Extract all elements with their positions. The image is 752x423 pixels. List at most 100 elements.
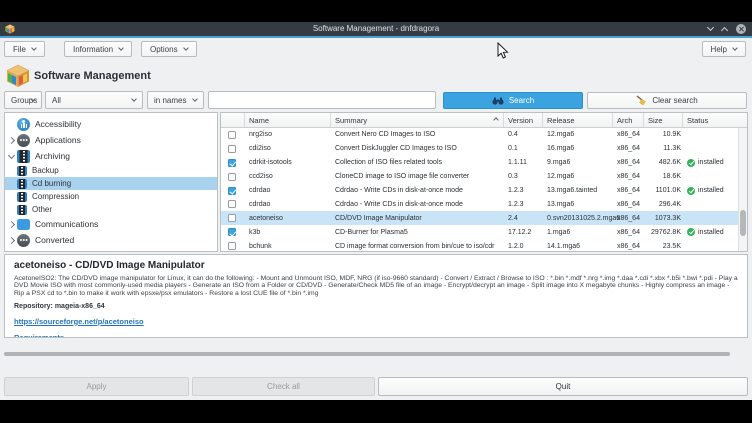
tree-item[interactable]: Other: [5, 203, 217, 216]
installed-icon: [687, 228, 695, 236]
cell-size: 18.6K: [644, 173, 683, 180]
table-row[interactable]: bchunk CD image format conversion from b…: [221, 239, 747, 252]
table-row[interactable]: cdi2iso Convert DiskJuggler CD Images to…: [221, 142, 747, 156]
clear-search-button[interactable]: Clear search: [587, 92, 747, 109]
table-row[interactable]: cdrdao Cdrdao - Write CDs in disk-at-onc…: [221, 197, 747, 211]
cell-name: ccd2iso: [245, 173, 331, 180]
package-details-pane: acetoneiso - CD/DVD Image Manipulator Ac…: [4, 254, 748, 338]
help-menu-button[interactable]: Help: [702, 41, 746, 57]
check-all-button[interactable]: Check all: [192, 377, 375, 396]
maximize-icon[interactable]: [721, 26, 728, 33]
tree-expander-icon[interactable]: [5, 155, 17, 158]
column-header-name[interactable]: Name: [245, 113, 331, 127]
column-header-summary-label: Summary: [335, 116, 367, 125]
tree-expander-icon[interactable]: [5, 238, 17, 243]
details-description: AcetoneISO2: The CD/DVD image manipulato…: [14, 275, 738, 297]
progress-bar: [4, 352, 730, 356]
cell-name: acetoneiso: [245, 215, 331, 222]
dots-icon: [17, 134, 30, 147]
screen: Software Management - dnfdragora File In…: [0, 0, 752, 423]
row-checkbox[interactable]: [228, 214, 236, 222]
tree-item[interactable]: Compression: [5, 190, 217, 203]
cell-version: 17.12.2: [504, 229, 543, 236]
table-row[interactable]: acetoneiso CD/DVD Image Manipulator 2.4 …: [221, 211, 747, 225]
cell-summary: Convert DiskJuggler CD Images to ISO: [331, 145, 504, 152]
search-button-label: Search: [509, 96, 534, 105]
header-checkbox-column: [221, 113, 245, 127]
column-header-release[interactable]: Release: [543, 113, 613, 127]
cell-summary: Cdrdao - Write CDs in disk-at-once mode: [331, 201, 504, 208]
file-menu-button[interactable]: File: [4, 41, 45, 57]
table-row[interactable]: cdrdao Cdrdao - Write CDs in disk-at-onc…: [221, 184, 747, 198]
tree-item-label: Cd burning: [32, 179, 71, 188]
cell-version: 0.1: [504, 145, 543, 152]
column-header-summary[interactable]: Summary: [331, 113, 504, 127]
options-menu-label: Options: [150, 45, 178, 54]
tree-item[interactable]: Archiving: [5, 148, 217, 164]
options-menu-button[interactable]: Options: [141, 41, 197, 57]
cell-summary: Cdrdao - Write CDs in disk-at-once mode: [331, 187, 504, 194]
cell-release: 12.mga6: [543, 173, 613, 180]
cell-arch: x86_64: [613, 243, 644, 250]
chevron-down-icon: [118, 45, 124, 51]
scrollbar-thumb[interactable]: [740, 210, 746, 236]
search-scope-dropdown[interactable]: in names: [147, 91, 204, 109]
row-checkbox[interactable]: [228, 228, 236, 236]
row-checkbox[interactable]: [228, 200, 236, 208]
clear-search-button-label: Clear search: [652, 96, 697, 105]
column-header-arch[interactable]: Arch: [613, 113, 644, 127]
table-row[interactable]: k3b CD-Burner for Plasma5 17.12.2 1.mga6…: [221, 225, 747, 239]
tree-expander-icon[interactable]: [5, 138, 17, 143]
tree-item-label: Accessibility: [35, 119, 81, 129]
minimize-icon[interactable]: [707, 24, 714, 31]
dnfdragora-window: Software Management - dnfdragora File In…: [0, 22, 752, 400]
tree-item[interactable]: Backup: [5, 164, 217, 177]
table-scrollbar[interactable]: [738, 128, 747, 251]
details-requirements-link[interactable]: Requirements: [14, 333, 738, 338]
close-icon[interactable]: [736, 24, 746, 34]
details-homepage-link[interactable]: https://sourceforge.net/p/acetoneiso: [14, 317, 738, 326]
tree-expander-icon[interactable]: [5, 222, 17, 227]
checkbox-cell: [221, 159, 245, 167]
row-checkbox[interactable]: [228, 131, 236, 139]
column-header-status[interactable]: Status: [683, 113, 739, 127]
checkbox-cell: [221, 228, 245, 236]
row-checkbox[interactable]: [228, 187, 236, 195]
apply-button[interactable]: Apply: [4, 377, 189, 396]
help-menu-label: Help: [711, 45, 727, 54]
information-menu-button[interactable]: Information: [64, 41, 132, 57]
tree-item[interactable]: Communications: [5, 216, 217, 232]
column-header-version[interactable]: Version: [504, 113, 543, 127]
quit-button[interactable]: Quit: [378, 377, 748, 396]
dots-icon: [17, 234, 30, 247]
cell-version: 1.2.3: [504, 187, 543, 194]
titlebar[interactable]: Software Management - dnfdragora: [0, 22, 752, 36]
group-filter-dropdown[interactable]: All: [45, 91, 143, 109]
cell-arch: x86_64: [613, 131, 644, 138]
category-tree: Accessibility Applications Archiving Bac…: [4, 112, 218, 252]
groups-dropdown[interactable]: Groups: [4, 91, 42, 109]
cell-summary: Convert Nero CD Images to ISO: [331, 131, 504, 138]
search-button[interactable]: Search: [443, 92, 583, 109]
row-checkbox[interactable]: [228, 145, 236, 153]
cell-size: 11.3K: [644, 145, 683, 152]
column-header-size[interactable]: Size: [644, 113, 683, 127]
table-row[interactable]: cdrkit-isotools Collection of ISO files …: [221, 156, 747, 170]
tree-item-label: Communications: [35, 219, 98, 229]
row-checkbox[interactable]: [228, 173, 236, 181]
checkbox-cell: [221, 187, 245, 195]
cell-size: 10.9K: [644, 131, 683, 138]
search-input[interactable]: [208, 91, 436, 109]
row-checkbox[interactable]: [228, 159, 236, 167]
table-header: Name Summary Version Release Arch Size S…: [221, 113, 747, 128]
row-checkbox[interactable]: [228, 242, 236, 250]
tree-item[interactable]: Converted: [5, 232, 217, 248]
table-row[interactable]: ccd2iso CloneCD image to ISO image file …: [221, 170, 747, 184]
cell-release: 9.mga6: [543, 159, 613, 166]
tree-item-label: Other: [32, 205, 52, 214]
tree-item[interactable]: Applications: [5, 132, 217, 148]
tree-item[interactable]: Cd burning: [5, 177, 217, 190]
tree-item[interactable]: Accessibility: [5, 116, 217, 132]
cell-version: 0.3: [504, 173, 543, 180]
table-row[interactable]: nrg2iso Convert Nero CD Images to ISO 0.…: [221, 128, 747, 142]
